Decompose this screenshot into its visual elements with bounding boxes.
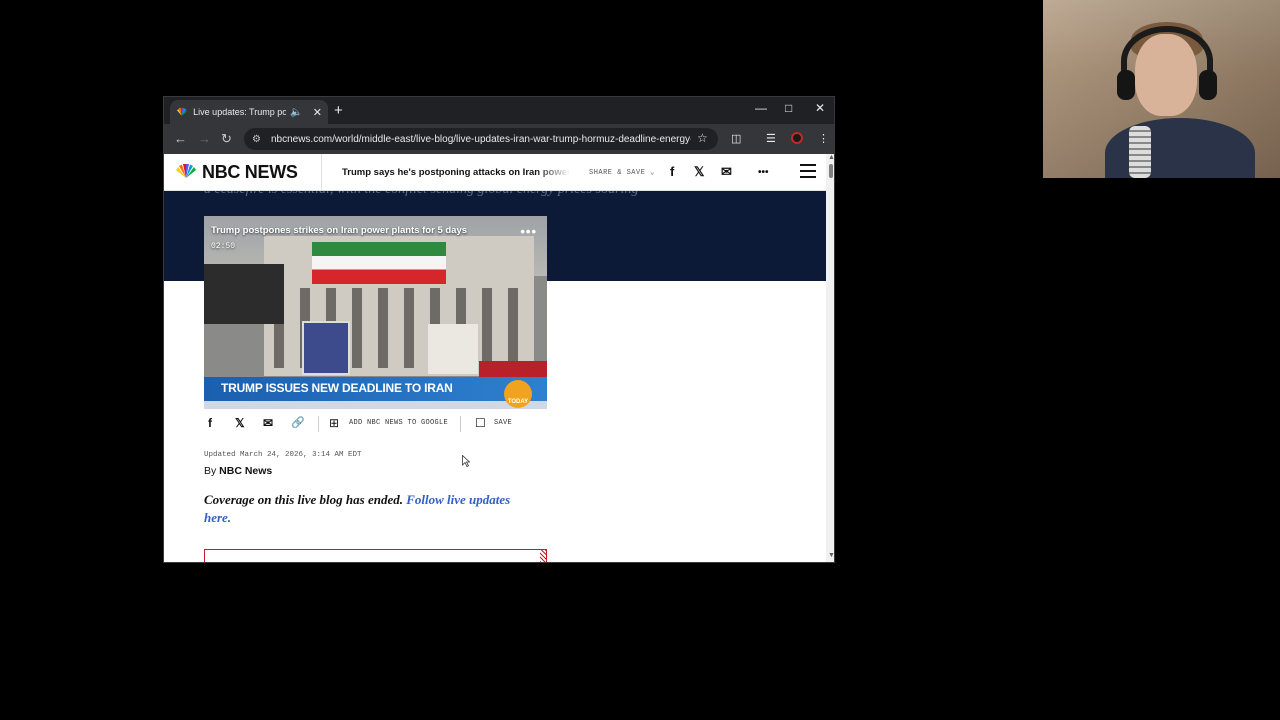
close-window-icon[interactable]: ✕ xyxy=(815,101,825,115)
video-options-icon[interactable]: ••• xyxy=(520,224,537,239)
cast-icon[interactable]: ◫ xyxy=(731,132,741,145)
webcam-overlay xyxy=(1043,0,1280,178)
site-info-icon[interactable]: ⚙ xyxy=(252,134,261,145)
save-button[interactable]: SAVE xyxy=(494,419,512,427)
share-email-icon[interactable]: ✉ xyxy=(263,416,273,430)
back-icon[interactable]: ← xyxy=(174,131,187,146)
recording-icon[interactable] xyxy=(791,132,803,144)
byline: By NBC News xyxy=(204,465,272,477)
add-to-google-button[interactable]: ADD NBC NEWS TO GOOGLE xyxy=(349,419,448,427)
share-save-dropdown[interactable]: SHARE & SAVE ⌄ xyxy=(589,168,655,177)
nbc-news-logo[interactable]: NBC NEWS xyxy=(202,162,298,183)
x-icon[interactable]: 𝕏 xyxy=(694,164,704,180)
menu-kebab-icon[interactable]: ⋮ xyxy=(818,132,829,145)
header-headline: Trump says he's postponing attacks on Ir… xyxy=(342,167,570,178)
scroll-thumb[interactable] xyxy=(829,164,833,178)
coverage-notice: Coverage on this live blog has ended. Fo… xyxy=(204,491,534,527)
tab-title: Live updates: Trump postpones strikes on… xyxy=(193,107,287,117)
address-bar[interactable]: ⚙ nbcnews.com/world/middle-east/live-blo… xyxy=(244,128,718,150)
minimize-icon[interactable]: — xyxy=(755,101,767,115)
new-tab-button[interactable]: + xyxy=(334,102,343,119)
copy-link-icon[interactable]: 🔗 xyxy=(291,416,305,429)
video-lower-third: TRUMP ISSUES NEW DEADLINE TO IRAN xyxy=(204,377,547,401)
video-player[interactable]: Trump postpones strikes on Iran power pl… xyxy=(204,216,547,409)
url-text: nbcnews.com/world/middle-east/live-blog/… xyxy=(270,133,691,145)
article-share-bar: f 𝕏 ✉ 🔗 ⊞ ADD NBC NEWS TO GOOGLE ☐ SAVE xyxy=(204,416,547,432)
scroll-down-icon[interactable]: ▼ xyxy=(828,552,834,559)
share-x-icon[interactable]: 𝕏 xyxy=(235,416,245,430)
lower-third-text: TRUMP ISSUES NEW DEADLINE TO IRAN xyxy=(221,381,453,395)
video-title: Trump postpones strikes on Iran power pl… xyxy=(211,225,468,236)
flag-image xyxy=(312,242,446,284)
title-bar: Live updates: Trump postpones strikes on… xyxy=(164,97,834,124)
nbc-peacock-logo-icon[interactable] xyxy=(175,164,197,179)
bookmark-icon[interactable]: ☐ xyxy=(475,416,486,430)
byline-prefix: By xyxy=(204,465,220,477)
header-divider xyxy=(321,154,322,191)
email-icon[interactable]: ✉ xyxy=(721,164,732,180)
site-header: NBC NEWS Trump says he's postponing atta… xyxy=(164,154,826,191)
speaker-icon[interactable]: 🔈 xyxy=(290,107,302,118)
browser-window: Live updates: Trump postpones strikes on… xyxy=(163,96,835,563)
byline-author[interactable]: NBC News xyxy=(219,465,272,477)
next-card xyxy=(204,549,547,562)
page-viewport: a ceasefire is essential, with the confl… xyxy=(164,154,826,562)
scroll-up-icon[interactable]: ▲ xyxy=(828,154,834,161)
reload-icon[interactable]: ↻ xyxy=(221,131,232,147)
updated-timestamp: Updated March 24, 2026, 3:14 AM EDT xyxy=(204,451,362,459)
bookmark-star-icon[interactable]: ☆ xyxy=(697,131,708,145)
share-facebook-icon[interactable]: f xyxy=(208,416,212,430)
more-icon[interactable]: ••• xyxy=(758,167,769,178)
maximize-icon[interactable]: □ xyxy=(785,101,792,115)
facebook-icon[interactable]: f xyxy=(670,164,674,179)
browser-tab[interactable]: Live updates: Trump postpones strikes on… xyxy=(170,100,328,124)
mouse-cursor-icon xyxy=(462,455,470,467)
media-control-icon[interactable]: ☰ xyxy=(766,132,776,145)
page-scrollbar[interactable]: ▲ ▼ xyxy=(826,154,834,562)
share-divider xyxy=(318,416,319,432)
browser-toolbar: ← → ↻ ⚙ nbcnews.com/world/middle-east/li… xyxy=(164,124,834,154)
today-logo-icon: TODAY xyxy=(504,380,532,408)
video-duration: 02:50 xyxy=(211,242,236,251)
forward-icon[interactable]: → xyxy=(198,131,211,146)
coverage-text: Coverage on this live blog has ended. xyxy=(204,492,407,507)
share-divider-2 xyxy=(460,416,461,432)
tab-close-icon[interactable]: ✕ xyxy=(313,106,322,119)
add-to-google-icon[interactable]: ⊞ xyxy=(329,416,339,430)
today-badge-text: TODAY xyxy=(507,399,529,405)
nbc-peacock-icon xyxy=(176,107,187,116)
hamburger-menu-icon[interactable] xyxy=(800,164,816,178)
